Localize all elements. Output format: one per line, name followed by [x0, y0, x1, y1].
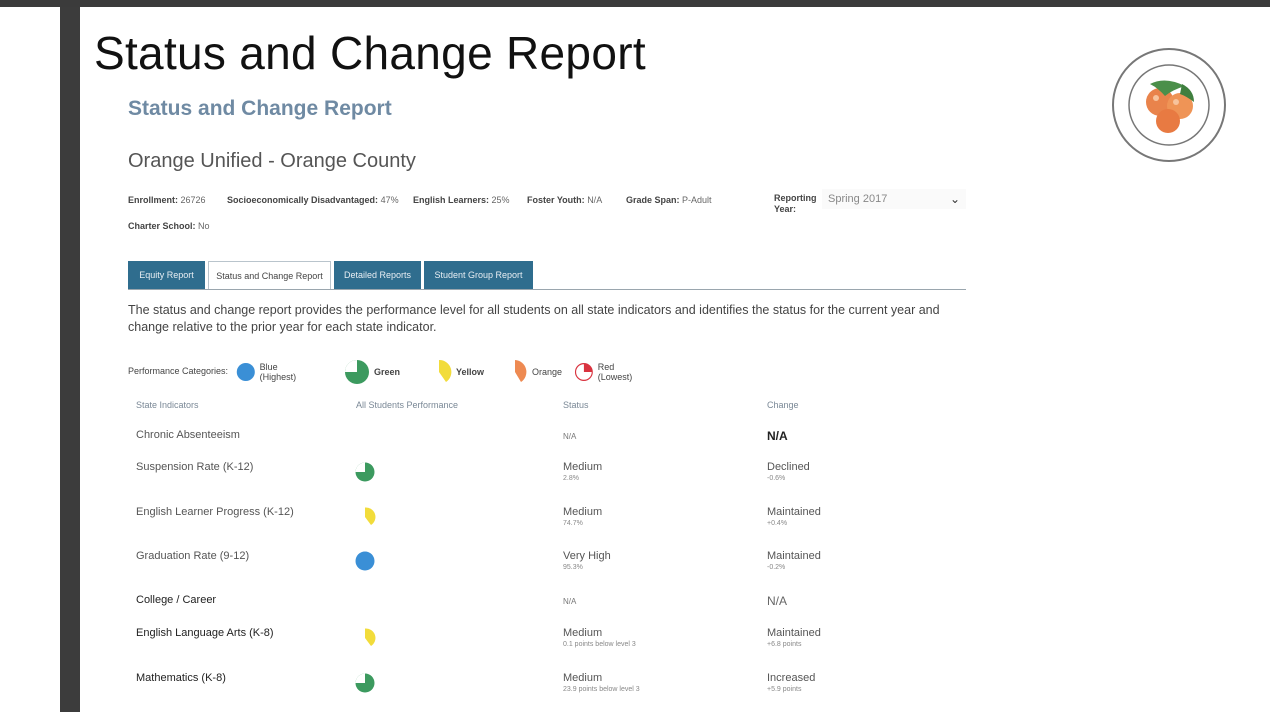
green-performance-icon: [355, 462, 375, 482]
change-cell: Increased +5.9 points: [767, 672, 816, 693]
yellow-performance-icon: [439, 359, 452, 382]
legend-orange: Orange: [502, 358, 562, 386]
top-border: [0, 0, 1270, 7]
tab-equity-report[interactable]: Equity Report: [128, 261, 205, 289]
tab-detailed-reports[interactable]: Detailed Reports: [334, 261, 421, 289]
indicator-name: Suspension Rate (K-12): [136, 461, 254, 473]
indicator-name: College / Career: [136, 594, 217, 606]
reporting-year-label: Reporting Year:: [774, 193, 817, 214]
change-value: N/A: [767, 429, 788, 443]
socioeconomically-disadvantaged: Socioeconomically Disadvantaged: 47%: [227, 195, 399, 205]
english-learners: English Learners: 25%: [413, 195, 510, 205]
report-description: The status and change report provides th…: [128, 303, 940, 334]
header-change: Change: [767, 400, 799, 410]
header-state-indicators: State Indicators: [136, 400, 199, 410]
tab-status-and-change-report[interactable]: Status and Change Report: [208, 261, 331, 289]
legend-yellow: Yellow: [426, 358, 484, 386]
legend-green: Green: [344, 358, 400, 386]
change-cell: Maintained +0.4%: [767, 506, 821, 527]
change-cell: Maintained +6.8 points: [767, 627, 821, 648]
status-cell: Very High 95.3%: [563, 550, 611, 571]
status-cell: Medium 23.9 points below level 3: [563, 672, 640, 693]
orange-performance-icon: [515, 360, 527, 382]
status-value: N/A: [563, 432, 577, 441]
blue-performance-icon: [236, 362, 255, 382]
header-all-students-performance: All Students Performance: [356, 400, 459, 410]
reporting-year-value: Spring 2017: [828, 193, 888, 205]
indicator-name: Graduation Rate (9-12): [136, 550, 250, 562]
change-cell: Maintained -0.2%: [767, 550, 821, 571]
slide-title: Status and Change Report: [94, 27, 646, 79]
district-name: Orange Unified - Orange County: [128, 150, 416, 172]
district-seal-logo: [1112, 48, 1226, 162]
red-performance-icon: [574, 363, 593, 381]
enrollment: Enrollment: 26726: [128, 195, 206, 205]
legend-label: Performance Categories:: [128, 366, 229, 376]
legend-blue: Blue (Highest): [236, 358, 303, 386]
status-value: N/A: [563, 597, 577, 606]
slide-left-bar: [60, 7, 80, 712]
status-cell: Medium 74.7%: [563, 506, 603, 527]
yellow-performance-icon: [365, 628, 376, 646]
chevron-down-icon: ⌄: [949, 192, 960, 206]
blue-performance-icon: [355, 551, 375, 571]
legend-red: Red (Lowest): [574, 358, 639, 386]
tab-student-group-report[interactable]: Student Group Report: [424, 261, 533, 289]
header-status: Status: [563, 400, 589, 410]
charter-school: Charter School: No: [128, 221, 210, 231]
status-cell: Medium 0.1 points below level 3: [563, 627, 636, 648]
yellow-performance-icon: [365, 507, 376, 525]
tab-underline: [128, 289, 966, 290]
indicator-name: English Learner Progress (K-12): [136, 506, 294, 518]
indicator-name: English Language Arts (K-8): [136, 627, 274, 639]
foster-youth: Foster Youth: N/A: [527, 195, 603, 205]
report-heading: Status and Change Report: [128, 97, 392, 120]
indicator-name: Mathematics (K-8): [136, 672, 226, 684]
reporting-year-select[interactable]: Spring 2017 ⌄: [822, 189, 966, 209]
indicator-name: Chronic Absenteeism: [136, 429, 240, 441]
grade-span: Grade Span: P-Adult: [626, 195, 712, 205]
green-performance-icon: [345, 360, 369, 384]
status-cell: Medium 2.8%: [563, 461, 603, 482]
change-cell: Declined -0.6%: [767, 461, 810, 482]
green-performance-icon: [355, 673, 375, 693]
change-value: N/A: [767, 594, 788, 608]
